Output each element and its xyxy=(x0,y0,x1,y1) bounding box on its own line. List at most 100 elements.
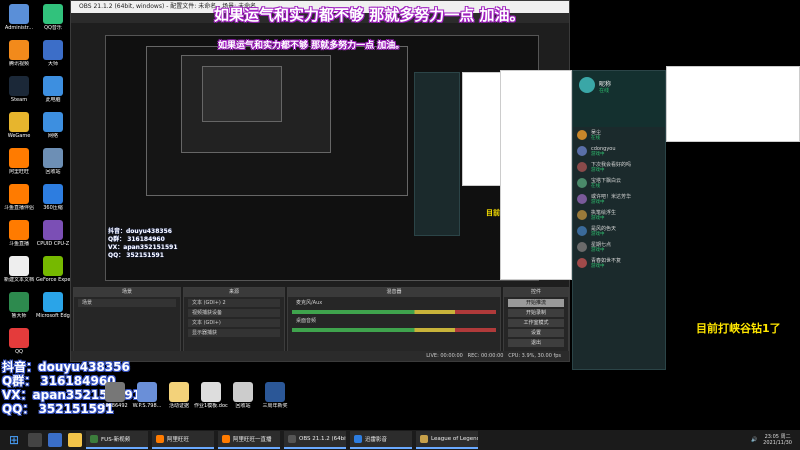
source-item[interactable]: 视频捕获设备 xyxy=(188,309,280,317)
desktop-icon[interactable]: 斗鱼直播 xyxy=(2,220,36,247)
friend-status: 在线 xyxy=(591,135,600,141)
desktop-icon[interactable]: 活动证据 xyxy=(162,382,196,409)
app-icon xyxy=(43,256,63,276)
client-status: 在线 xyxy=(599,88,610,94)
app-icon xyxy=(9,148,29,168)
desktop-icon[interactable]: 作业1模板.docx xyxy=(194,382,228,409)
system-tray: 🔊 23:05 周二 2021/11/30 xyxy=(751,434,800,446)
source-item[interactable]: 文本 (GDI+) 2 xyxy=(188,299,280,307)
mixer-dock-title: 混音器 xyxy=(288,288,500,297)
desktop-icon-label: 作业1模板.docx xyxy=(194,403,228,409)
taskbar-task[interactable]: 迅雷影音 xyxy=(350,431,412,449)
desktop-icon[interactable]: 三周年新奖 xyxy=(258,382,292,409)
friends-list[interactable]: 吴尘 在线 cdongyou 游戏中 下次我会看好的吗 游戏中 宝塔下飘白云 在线 或许吧！米达… xyxy=(573,127,665,271)
source-item[interactable]: 文本 (GDI+) xyxy=(188,319,280,327)
friend-item[interactable]: 吴尘 在线 xyxy=(573,127,665,143)
game-client-friends-window[interactable]: 昵称 在线 吴尘 在线 cdongyou 游戏中 下次我会看好的吗 游戏中 宝塔下飘白云 在线… xyxy=(572,70,666,370)
search-icon[interactable] xyxy=(28,433,42,447)
avatar xyxy=(579,77,595,93)
nested-stream-info: 抖音：douyu438356 Q群： 316184960 VX：apan3521… xyxy=(108,228,178,260)
desktop-icon[interactable]: WeGame xyxy=(2,112,36,139)
desktop-icon[interactable]: 阿里旺旺 xyxy=(2,148,36,175)
friend-status: 游戏中 xyxy=(591,199,605,205)
desktop-icon[interactable]: QQ xyxy=(2,328,36,355)
task-app-icon xyxy=(420,435,428,443)
desktop-icon[interactable]: 回收站 xyxy=(226,382,260,409)
nested-banner: 如果运气和实力都不够 那就多努力一点 加油。 xyxy=(218,41,405,51)
taskbar-task[interactable]: OBS 21.1.2 (64bit... xyxy=(284,431,346,449)
windows-start-icon[interactable]: ⊞ xyxy=(6,432,22,448)
taskbar-task[interactable]: 阿里旺旺 xyxy=(152,431,214,449)
taskbar-task[interactable]: 阿里旺旺一直播 xyxy=(218,431,280,449)
desktop-icon-label: Administr... xyxy=(4,25,34,31)
friend-item[interactable]: 下次我会看好的吗 游戏中 xyxy=(573,159,665,175)
speaker-icon[interactable]: 🔊 xyxy=(751,437,757,443)
desktop-icon[interactable]: QQ音乐 xyxy=(36,4,70,31)
desktop-icon[interactable]: CPUID CPU-Z xyxy=(36,220,70,247)
friend-item[interactable]: 宝塔下飘白云 在线 xyxy=(573,175,665,191)
mixer-dock[interactable]: 混音器 麦克风/Aux 桌面音频 xyxy=(287,287,501,361)
start-streaming-button[interactable]: 开始推流 xyxy=(508,299,564,307)
friend-item[interactable]: 或许吧！米达芳华 游戏中 xyxy=(573,191,665,207)
desktop-icon[interactable]: Microsoft Edge xyxy=(36,292,70,319)
friend-item[interactable]: cdongyou 游戏中 xyxy=(573,143,665,159)
taskbar-task[interactable]: FUS-新视频 xyxy=(86,431,148,449)
app-icon xyxy=(43,148,63,168)
scene-item[interactable]: 场景 xyxy=(78,299,176,307)
white-panel-window[interactable] xyxy=(500,70,572,280)
taskbar-tasks: FUS-新视频 阿里旺旺 阿里旺旺一直播 OBS 21.1.2 (64bit... 迅雷… xyxy=(82,431,478,449)
studio-mode-button[interactable]: 工作室模式 xyxy=(508,319,564,327)
desktop-icon[interactable]: 网络 xyxy=(36,112,70,139)
desktop-icon[interactable]: 新建文本文档 xyxy=(2,256,36,283)
sources-dock[interactable]: 来源 文本 (GDI+) 2 视频捕获设备 文本 (GDI+) 显示器捕获 xyxy=(183,287,285,361)
desktop-icon[interactable]: GeForce Experience xyxy=(36,256,70,283)
exit-button[interactable]: 退出 xyxy=(508,339,564,347)
desktop-icon[interactable]: 斗鱼直播伴侣 xyxy=(2,184,36,211)
desktop-icon-label: 16886492 xyxy=(102,403,128,409)
source-item[interactable]: 显示器捕获 xyxy=(188,329,280,337)
desktop-icon-label: 新建文本文档 xyxy=(3,277,34,283)
desktop-icon[interactable]: 大师 xyxy=(36,40,70,67)
desktop-icon[interactable]: Administr... xyxy=(2,4,36,31)
app-icon xyxy=(9,76,29,96)
desktop-icon[interactable]: 鲁大师 xyxy=(2,292,36,319)
desktop-icon-label: 鲁大师 xyxy=(11,313,27,319)
desktop-icon[interactable]: 回收站 xyxy=(36,148,70,175)
task-view-icon[interactable] xyxy=(48,433,62,447)
taskbar-task[interactable]: League of Legends xyxy=(416,431,478,449)
controls-dock[interactable]: 控件 开始推流 开始录制 工作室模式 设置 退出 xyxy=(503,287,569,361)
app-icon xyxy=(43,292,63,312)
scenes-dock[interactable]: 场景 场景 xyxy=(73,287,181,361)
desktop-icon[interactable]: 360压缩 xyxy=(36,184,70,211)
friend-avatar xyxy=(577,162,587,172)
desktop-icon[interactable]: 此电脑 xyxy=(36,76,70,103)
desktop-icon[interactable]: 腾讯视频 xyxy=(2,40,36,67)
desktop-icon-label: 三周年新奖 xyxy=(262,403,288,409)
obs-window[interactable]: OBS 21.1.2 (64bit, windows) - 配置文件: 未命名 … xyxy=(70,0,570,362)
friend-item[interactable]: 青春如世不复 游戏中 xyxy=(573,255,665,271)
friend-status: 游戏中 xyxy=(591,231,605,237)
desktop-icon-label: 斗鱼直播伴侣 xyxy=(3,205,34,211)
start-recording-button[interactable]: 开始录制 xyxy=(508,309,564,317)
friend-item[interactable]: 是风的色天 游戏中 xyxy=(573,223,665,239)
friend-item[interactable]: 星期七点 游戏中 xyxy=(573,239,665,255)
desktop-icon-label: 斗鱼直播 xyxy=(8,241,29,247)
obs-preview[interactable]: 如果运气和实力都不够 那就多努力一点 加油。 目前打峡谷钻1了 抖音：douyu… xyxy=(105,35,540,281)
mixer-channel-label: 桌面音频 xyxy=(296,318,317,324)
file-explorer-icon[interactable] xyxy=(68,433,82,447)
white-browser-window[interactable] xyxy=(666,66,800,142)
desktop-icon[interactable]: 16886492 xyxy=(98,382,132,409)
app-icon xyxy=(265,382,285,402)
controls-dock-title: 控件 xyxy=(504,288,568,297)
app-icon xyxy=(43,4,63,24)
friend-avatar xyxy=(577,258,587,268)
tray-clock[interactable]: 23:05 周二 2021/11/30 xyxy=(763,434,792,446)
desktop-icon-label: WeGame xyxy=(7,133,31,139)
desktop-icon[interactable]: W.P.S.798... xyxy=(130,382,164,409)
settings-button[interactable]: 设置 xyxy=(508,329,564,337)
friend-item[interactable]: 执笔绘浮生 游戏中 xyxy=(573,207,665,223)
desktop-icon[interactable]: Steam xyxy=(2,76,36,103)
app-icon xyxy=(201,382,221,402)
task-app-icon xyxy=(288,435,296,443)
friend-avatar xyxy=(577,130,587,140)
